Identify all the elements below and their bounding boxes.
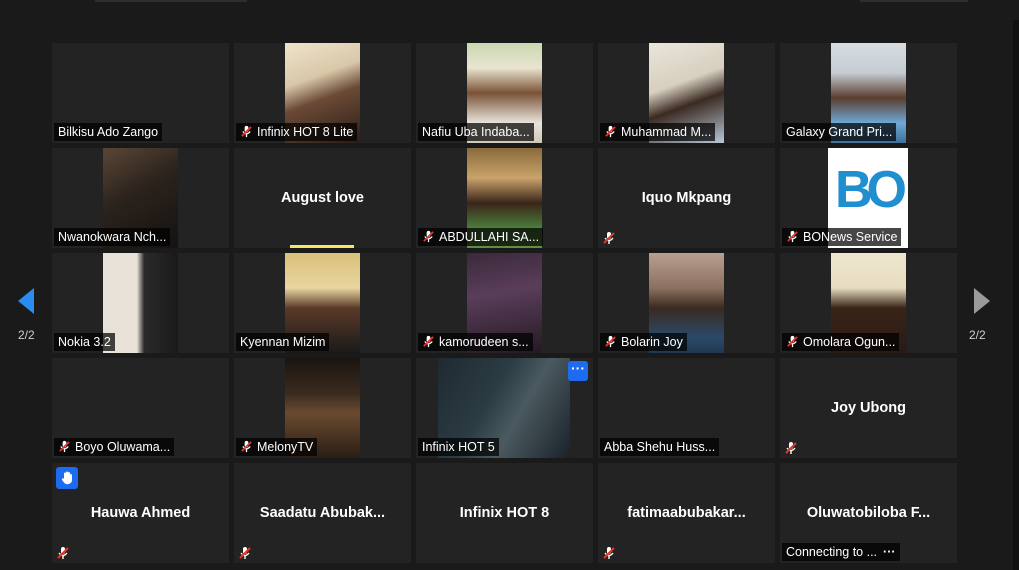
participant-name: August love	[281, 190, 364, 206]
participant-name-label: BONews Service	[782, 228, 902, 246]
participant-tile[interactable]: Muhammad M...	[598, 43, 775, 143]
participant-name-label: Kyennan Mizim	[236, 333, 330, 351]
participant-tile[interactable]: BO BONews Service	[780, 148, 957, 248]
participant-name-label: Abba Shehu Huss...	[600, 438, 720, 456]
connecting-status-label: Connecting to ... ···	[782, 543, 900, 561]
participant-name-label: MelonyTV	[236, 438, 318, 456]
participant-tile[interactable]: Nwanokwara Nch...	[52, 148, 229, 248]
raised-hand-icon	[56, 467, 78, 489]
participant-name-label: Galaxy Grand Pri...	[782, 123, 897, 141]
participant-tile[interactable]: Abba Shehu Huss...	[598, 358, 775, 458]
page-indicator-left: 2/2	[18, 328, 35, 342]
mic-muted-icon	[422, 335, 435, 348]
participant-tile[interactable]: Saadatu Abubak...	[234, 463, 411, 563]
more-options-button[interactable]: ···	[883, 543, 896, 561]
mic-muted-icon	[240, 440, 253, 453]
mic-muted-icon	[784, 441, 798, 455]
participant-tile[interactable]: fatimaabubakar...	[598, 463, 775, 563]
next-page-arrow-icon[interactable]	[974, 288, 990, 314]
participant-name: fatimaabubakar...	[627, 505, 746, 521]
participant-name-label: Infinix HOT 8 Lite	[236, 123, 358, 141]
participant-name-label: Bilkisu Ado Zango	[54, 123, 163, 141]
participant-name-label: Nwanokwara Nch...	[54, 228, 171, 246]
participant-name: Saadatu Abubak...	[259, 505, 386, 521]
participant-name-label: Nafiu Uba Indaba...	[418, 123, 534, 141]
previous-page-arrow-icon[interactable]	[18, 288, 34, 314]
participant-tile[interactable]: Bilkisu Ado Zango	[52, 43, 229, 143]
mic-muted-icon	[58, 440, 71, 453]
participant-name: Infinix HOT 8	[459, 505, 550, 521]
participant-tile[interactable]: Joy Ubong	[780, 358, 957, 458]
mic-muted-icon	[422, 230, 435, 243]
participant-name-label: Bolarin Joy	[600, 333, 687, 351]
mic-muted-icon	[604, 335, 617, 348]
more-options-button[interactable]: ···	[568, 361, 588, 381]
participant-tile[interactable]: August love	[234, 148, 411, 248]
participant-name: Joy Ubong	[831, 400, 906, 416]
participant-name-label: Infinix HOT 5	[418, 438, 499, 456]
participant-tile[interactable]: ABDULLAHI SA...	[416, 148, 593, 248]
mic-muted-icon	[602, 546, 616, 560]
participant-name-label: ABDULLAHI SA...	[418, 228, 544, 246]
mic-muted-icon	[240, 125, 253, 138]
participant-tile[interactable]: Galaxy Grand Pri...	[780, 43, 957, 143]
mic-muted-icon	[786, 230, 799, 243]
participant-tile[interactable]: Iquo Mkpang	[598, 148, 775, 248]
participant-name-label: kamorudeen s...	[418, 333, 533, 351]
participant-tile[interactable]: Bolarin Joy	[598, 253, 775, 353]
participant-name-label: Boyo Oluwama...	[54, 438, 175, 456]
participant-tile[interactable]: Nafiu Uba Indaba...	[416, 43, 593, 143]
mic-muted-icon	[238, 546, 252, 560]
participant-tile[interactable]: ··· Infinix HOT 5	[416, 358, 593, 458]
mic-muted-icon	[602, 231, 616, 245]
active-speaker-indicator	[290, 245, 354, 248]
participant-tile[interactable]: Omolara Ogun...	[780, 253, 957, 353]
mic-muted-icon	[604, 125, 617, 138]
participant-tile[interactable]: Infinix HOT 8	[416, 463, 593, 563]
participant-name-label: Omolara Ogun...	[782, 333, 900, 351]
participant-name-label: Muhammad M...	[600, 123, 716, 141]
participant-name: Hauwa Ahmed	[90, 505, 191, 521]
participant-tile[interactable]: Oluwatobiloba F... Connecting to ... ···	[780, 463, 957, 563]
participant-tile[interactable]: Kyennan Mizim	[234, 253, 411, 353]
gallery-grid: Bilkisu Ado Zango Infinix HOT 8 Lite Naf…	[0, 0, 1019, 570]
participant-tile[interactable]: Boyo Oluwama...	[52, 358, 229, 458]
participant-tile[interactable]: Infinix HOT 8 Lite	[234, 43, 411, 143]
participant-name: Oluwatobiloba F...	[806, 505, 931, 521]
page-indicator-right: 2/2	[969, 328, 986, 342]
participant-name: Iquo Mkpang	[641, 190, 732, 206]
participant-tile[interactable]: kamorudeen s...	[416, 253, 593, 353]
participant-tile[interactable]: MelonyTV	[234, 358, 411, 458]
participant-name-label: Nokia 3.2	[54, 333, 115, 351]
participant-tile[interactable]: Nokia 3.2	[52, 253, 229, 353]
mic-muted-icon	[56, 546, 70, 560]
participant-tile[interactable]: Hauwa Ahmed	[52, 463, 229, 563]
mic-muted-icon	[786, 335, 799, 348]
